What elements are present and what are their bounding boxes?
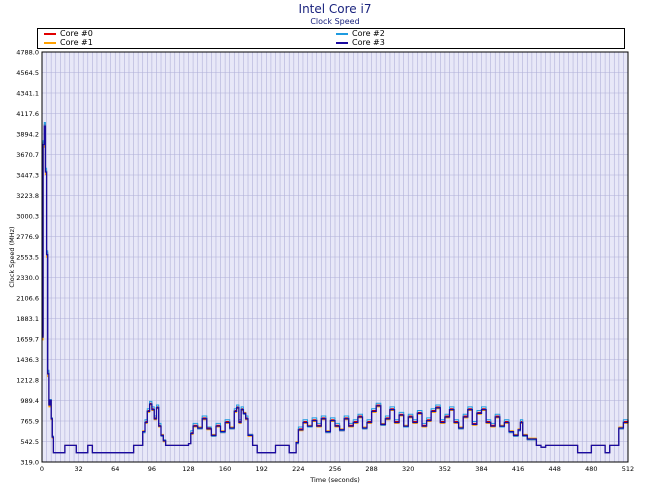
y-tick-label: 2106.6 xyxy=(16,295,39,303)
x-tick-label: 416 xyxy=(512,465,524,473)
x-tick-label: 288 xyxy=(365,465,377,473)
x-tick-label: 160 xyxy=(219,465,231,473)
y-tick-labels: 319.0 542.5 765.9 989.4 1212.8 1436.3 1659.7 18… xyxy=(16,49,39,467)
y-axis-title: Clock Speed (MHz) xyxy=(8,226,16,287)
y-tick-label: 989.4 xyxy=(20,397,39,405)
clock-speed-chart: 319.0 542.5 765.9 989.4 1212.8 1436.3 1659.7 18… xyxy=(8,49,634,485)
x-tick-label: 448 xyxy=(549,465,561,473)
x-tick-label: 32 xyxy=(74,465,82,473)
y-tick-label: 3000.3 xyxy=(16,213,39,221)
y-tick-label: 3670.7 xyxy=(16,151,39,159)
y-tick-label: 1659.7 xyxy=(16,336,39,344)
x-tick-label: 224 xyxy=(292,465,304,473)
y-tick-label: 2553.5 xyxy=(16,254,39,262)
x-tick-label: 256 xyxy=(329,465,341,473)
y-tick-label: 2330.0 xyxy=(16,274,39,282)
x-tick-label: 64 xyxy=(111,465,119,473)
y-tick-label: 3447.3 xyxy=(16,172,39,180)
x-tick-label: 512 xyxy=(622,465,634,473)
y-tick-label: 4788.0 xyxy=(16,49,39,57)
y-tick-label: 319.0 xyxy=(20,459,39,467)
x-tick-label: 352 xyxy=(439,465,451,473)
x-axis-title: Time (seconds) xyxy=(309,476,360,484)
y-tick-label: 1212.8 xyxy=(16,377,39,385)
x-tick-label: 384 xyxy=(475,465,487,473)
grid-horizontal xyxy=(42,51,628,463)
x-tick-label: 0 xyxy=(40,465,44,473)
x-tick-labels: 0 32 64 96 128 160 192 224 256 288 320 352 384 416 448… xyxy=(40,465,634,473)
y-tick-label: 1436.3 xyxy=(16,356,39,364)
x-tick-label: 480 xyxy=(585,465,597,473)
x-tick-label: 192 xyxy=(256,465,268,473)
y-tick-label: 2776.9 xyxy=(16,233,39,241)
y-tick-label: 4117.6 xyxy=(16,110,39,118)
x-tick-label: 96 xyxy=(148,465,156,473)
y-tick-label: 4341.1 xyxy=(16,90,39,98)
y-tick-label: 3223.8 xyxy=(16,192,39,200)
y-tick-label: 3894.2 xyxy=(16,131,39,139)
x-tick-label: 320 xyxy=(402,465,414,473)
y-tick-label: 765.9 xyxy=(20,418,39,426)
y-tick-label: 1883.1 xyxy=(16,315,39,323)
x-tick-label: 128 xyxy=(182,465,194,473)
y-tick-label: 542.5 xyxy=(20,438,39,446)
y-tick-label: 4564.5 xyxy=(16,69,39,77)
